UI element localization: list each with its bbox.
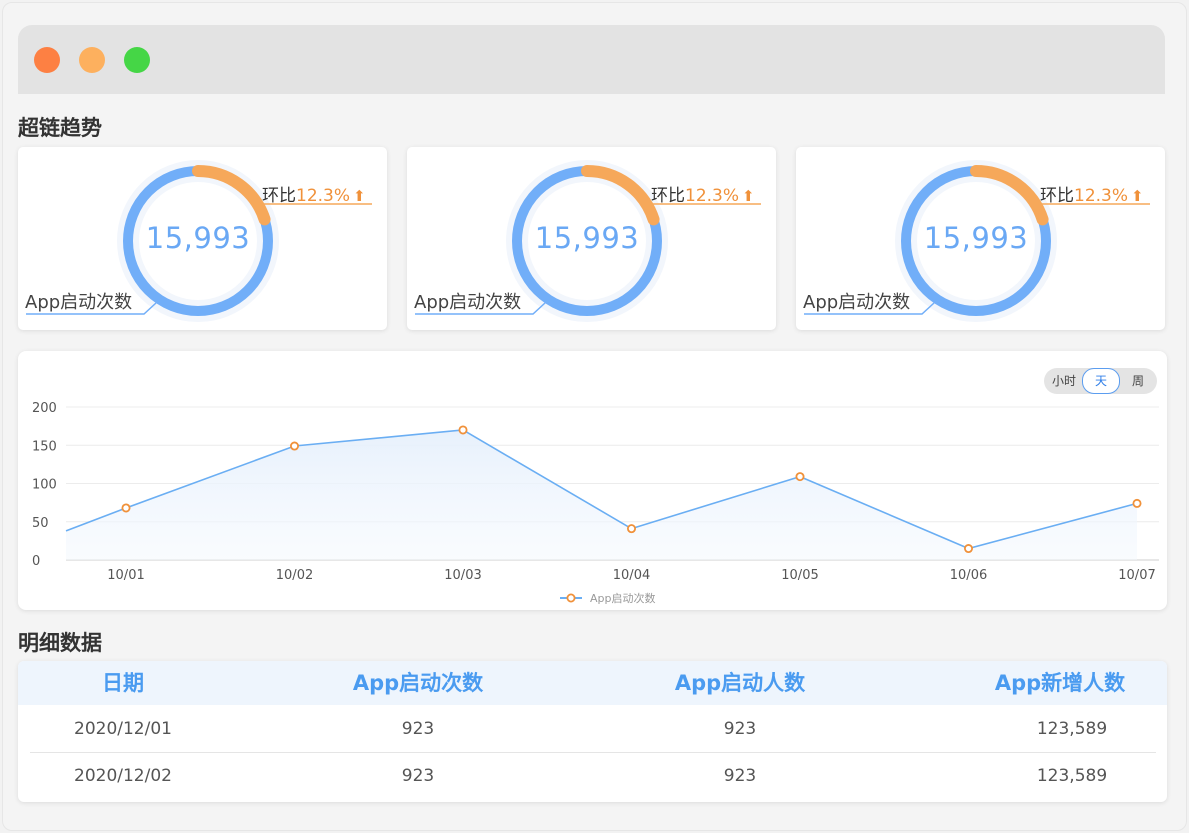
trend-chart-card: 0 50 100 150 200 10/01 10/02 10/03 10/04 10/05 10/… — [18, 351, 1167, 610]
kpi-label: App启动次数 — [803, 292, 911, 313]
ratio-value: 12.3% — [296, 186, 351, 206]
trend-chart: 0 50 100 150 200 10/01 10/02 10/03 10/04 10/05 10/… — [32, 401, 1159, 605]
kpi-label: App启动次数 — [25, 292, 133, 313]
kpi-ratio: 环比12.3% ⬆ — [262, 181, 366, 206]
kpi-label: App启动次数 — [414, 292, 522, 313]
kpi-card: 15,993 环比12.3% ⬆ App启动次数 — [796, 147, 1165, 330]
cell-launch-count: 923 — [401, 766, 435, 786]
kpi-value: 15,993 — [145, 221, 251, 255]
arrow-up-icon: ⬆ — [742, 187, 755, 205]
y-tick-label: 200 — [32, 401, 57, 416]
ratio-value: 12.3% — [685, 186, 740, 206]
table-row: 2020/12/02 923 923 123,589 — [30, 753, 1156, 799]
detail-section-title: 明细数据 — [18, 631, 102, 655]
detail-table: 日期 App启动次数 App启动人数 App新增人数 2020/12/01 92… — [18, 661, 1167, 802]
y-tick-label: 50 — [32, 516, 49, 531]
series-area — [66, 429, 1137, 560]
data-point — [1132, 498, 1142, 508]
kpi-ratio: 环比12.3% ⬆ — [1040, 181, 1144, 206]
x-tick-label: 10/05 — [781, 568, 818, 583]
cell-launch-count: 923 — [401, 719, 435, 739]
cell-new-users: 123,589 — [1036, 719, 1108, 739]
cell-launch-users: 923 — [723, 766, 757, 786]
table-header: 日期 App启动次数 App启动人数 App新增人数 — [18, 661, 1167, 705]
cell-launch-users: 923 — [723, 719, 757, 739]
cell-date: 2020/12/01 — [74, 719, 172, 739]
data-point — [458, 425, 468, 435]
ratio-label: 环比 — [262, 186, 296, 206]
data-point — [121, 503, 131, 513]
kpi-value: 15,993 — [923, 221, 1029, 255]
y-tick-label: 150 — [32, 439, 57, 454]
x-tick-label: 10/01 — [107, 568, 144, 583]
x-tick-label: 10/03 — [444, 568, 481, 583]
toggle-hour[interactable]: 小时 — [1046, 369, 1082, 393]
cell-new-users: 123,589 — [1036, 766, 1108, 786]
trend-section-title: 超链趋势 — [18, 116, 102, 140]
x-tick-label: 10/04 — [613, 568, 650, 583]
cell-date: 2020/12/02 — [74, 766, 172, 786]
legend-label: App启动次数 — [590, 591, 656, 605]
time-granularity-toggle: 小时 天 周 — [1044, 368, 1157, 394]
column-header-new-users: App新增人数 — [994, 671, 1126, 695]
column-header-launch-users: App启动人数 — [674, 671, 806, 695]
y-tick-label: 100 — [32, 478, 57, 493]
x-tick-label: 10/06 — [950, 568, 987, 583]
close-button[interactable] — [34, 47, 60, 73]
kpi-value: 15,993 — [534, 221, 640, 255]
kpi-ratio: 环比12.3% ⬆ — [651, 181, 755, 206]
kpi-card: 15,993 环比12.3% ⬆ App启动次数 — [407, 147, 776, 330]
data-point — [795, 472, 805, 482]
toggle-day[interactable]: 天 — [1082, 368, 1120, 394]
x-tick-label: 10/02 — [276, 568, 313, 583]
kpi-card: 15,993 环比12.3% ⬆ App启动次数 — [18, 147, 387, 330]
x-tick-label: 10/07 — [1118, 568, 1155, 583]
minimize-button[interactable] — [79, 47, 105, 73]
maximize-button[interactable] — [124, 47, 150, 73]
table-row: 2020/12/01 923 923 123,589 — [30, 706, 1156, 753]
arrow-up-icon: ⬆ — [353, 187, 366, 205]
ratio-value: 12.3% — [1074, 186, 1129, 206]
data-point — [289, 441, 299, 451]
arrow-up-icon: ⬆ — [1131, 187, 1144, 205]
data-point — [964, 544, 974, 554]
legend-marker — [566, 593, 576, 603]
data-point — [627, 524, 637, 534]
column-header-launch-count: App启动次数 — [352, 671, 484, 695]
column-header-date: 日期 — [102, 671, 144, 695]
ratio-label: 环比 — [1040, 186, 1074, 206]
ratio-label: 环比 — [651, 186, 685, 206]
y-tick-label: 0 — [32, 554, 40, 569]
toggle-week[interactable]: 周 — [1120, 369, 1156, 393]
title-bar — [18, 25, 1165, 94]
